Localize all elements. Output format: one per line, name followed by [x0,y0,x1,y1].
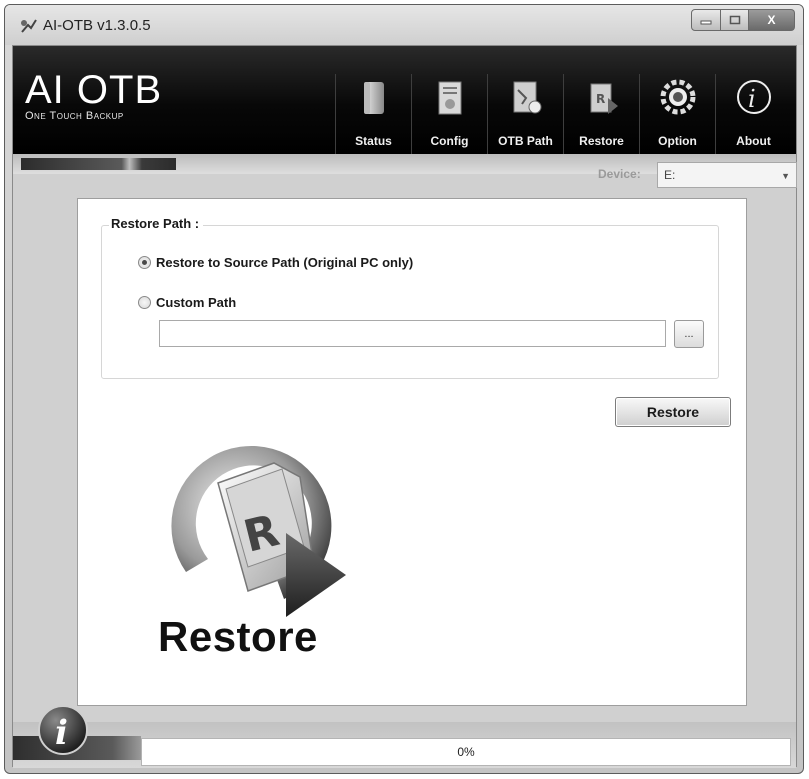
custom-path-input[interactable] [159,320,666,347]
maximize-button[interactable] [721,9,749,31]
restore-panel: Restore Path : Restore to Source Path (O… [77,198,747,706]
maximize-icon [729,15,740,25]
radio-source-path-label: Restore to Source Path (Original PC only… [156,255,414,270]
chevron-down-icon: ▼ [781,171,790,181]
toolbar-config[interactable]: Config [411,74,487,154]
restore-hero-icon: R [171,445,346,617]
minimize-button[interactable] [691,9,721,31]
toolbar-otb-path[interactable]: OTB Path [487,74,563,154]
header-band: AI OTB One Touch Backup Status Config OT… [13,46,796,154]
restore-path-group-title: Restore Path : [109,216,204,231]
client-area: AI OTB One Touch Backup Status Config OT… [12,45,797,768]
main-toolbar: Status Config OTB Path R Restore Option … [335,74,791,154]
device-label: Device: [598,167,641,181]
progress-text: 0% [457,745,475,759]
toolbar-about[interactable]: i About [715,74,791,154]
window-title: AI-OTB v1.3.0.5 [43,17,151,34]
info-icon[interactable]: i [33,696,93,760]
radio-source-path[interactable]: Restore to Source Path (Original PC only… [138,255,413,270]
restore-button-label: Restore [646,404,700,420]
radio-custom-path-indicator[interactable] [138,296,151,309]
logo-main-text: AI OTB [25,68,163,112]
minimize-icon [700,20,712,25]
restore-icon: R [590,83,618,114]
about-icon: i [736,80,771,114]
restore-hero-title: Restore [158,613,318,660]
browse-button-label: ... [684,328,694,340]
close-button[interactable]: X [749,9,795,31]
svg-text:i: i [748,85,756,113]
radio-custom-path[interactable]: Custom Path [138,295,236,310]
svg-text:i: i [55,713,68,753]
toolbar-status[interactable]: Status [335,74,411,154]
radio-custom-path-label: Custom Path [156,295,237,310]
app-logo: AI OTB One Touch Backup [25,70,162,122]
otb-path-icon [513,81,541,114]
option-icon [660,79,695,115]
progress-bar: 0% [141,738,791,766]
header-strip-accent [21,158,176,170]
config-icon [438,81,461,115]
svg-text:R: R [596,92,605,106]
app-window: AI-OTB v1.3.0.5 X AI OTB One Touch Backu… [4,4,804,774]
device-select[interactable]: E: ▼ [657,162,797,188]
app-icon [21,19,37,33]
toolbar-restore-label: Restore [579,134,624,148]
restore-button[interactable]: Restore [615,397,731,427]
window-controls: X [691,9,795,31]
status-icon [363,82,384,114]
radio-source-path-indicator[interactable] [138,256,151,269]
toolbar-option-label: Option [658,134,697,148]
toolbar-option[interactable]: Option [639,74,715,154]
toolbar-about-label: About [736,134,771,148]
toolbar-config-label: Config [430,134,469,148]
close-icon: X [767,13,776,27]
title-bar[interactable]: AI-OTB v1.3.0.5 X [5,5,803,45]
toolbar-status-label: Status [355,134,392,148]
device-selected-value: E: [664,168,676,182]
toolbar-otb-path-label: OTB Path [498,134,553,148]
browse-button[interactable]: ... [674,320,704,348]
toolbar-restore[interactable]: R Restore [563,74,639,154]
